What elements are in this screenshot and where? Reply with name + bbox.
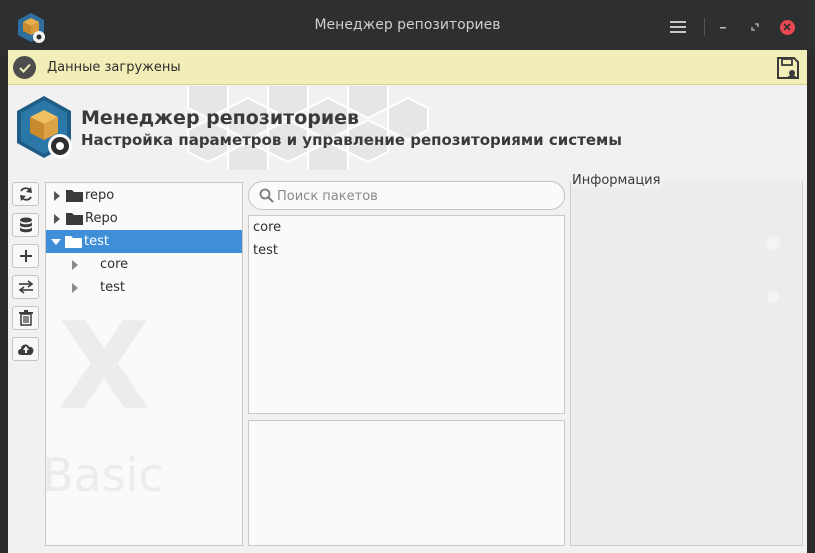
decorative-circle — [767, 291, 779, 303]
repository-tree[interactable]: X Basic repo Repo test core test — [45, 182, 243, 546]
chevron-right-icon[interactable] — [52, 190, 62, 201]
main-window: Данные загружены Менеджер репозиториев Н… — [8, 50, 807, 553]
trash-icon — [18, 310, 33, 326]
chevron-down-icon[interactable] — [51, 238, 61, 246]
delete-button[interactable] — [12, 306, 39, 330]
package-search[interactable] — [248, 181, 565, 210]
folder-icon — [66, 213, 83, 225]
tree-item-repo[interactable]: repo — [46, 184, 242, 207]
checkmark-icon — [13, 56, 36, 79]
tree-item-core[interactable]: core — [46, 253, 242, 276]
tree-item-test[interactable]: test — [46, 230, 242, 253]
hamburger-menu-icon[interactable] — [666, 15, 690, 39]
decorative-circle — [766, 236, 780, 250]
header-banner: Менеджер репозиториев Настройка параметр… — [8, 86, 807, 170]
titlebar-separator — [704, 18, 705, 36]
page-subtitle: Настройка параметров и управление репози… — [81, 131, 622, 149]
minimize-icon[interactable] — [711, 15, 735, 39]
swap-icon — [18, 280, 33, 294]
swap-button[interactable] — [12, 275, 39, 299]
title-bar: Менеджер репозиториев — [0, 0, 815, 55]
side-toolbar — [12, 182, 40, 368]
list-item[interactable]: test — [253, 240, 278, 262]
tree-item-label: Repo — [85, 211, 118, 226]
add-icon — [19, 250, 32, 262]
search-input[interactable] — [277, 187, 547, 205]
watermark-x: X — [58, 298, 151, 437]
list-item[interactable]: core — [253, 217, 281, 239]
chevron-right-icon[interactable] — [70, 282, 80, 293]
tree-item-label: core — [100, 257, 129, 272]
info-panel-label: Информация — [572, 173, 663, 188]
refresh-button[interactable] — [12, 182, 39, 206]
upload-button[interactable] — [12, 337, 39, 361]
save-icon[interactable] — [775, 55, 801, 81]
close-button[interactable] — [775, 15, 799, 39]
tree-item-test-child[interactable]: test — [46, 276, 242, 299]
tree-item-label: repo — [85, 188, 115, 203]
folder-icon — [66, 190, 83, 202]
tree-item-label: test — [100, 280, 125, 295]
search-icon — [259, 188, 274, 203]
notification-bar: Данные загружены — [8, 50, 807, 85]
close-icon — [779, 19, 795, 35]
chevron-right-icon[interactable] — [52, 213, 62, 224]
repository-manager-logo-icon — [17, 96, 72, 158]
package-list[interactable]: core test — [248, 215, 565, 414]
maximize-icon[interactable] — [743, 15, 767, 39]
tree-item-repo-capital[interactable]: Repo — [46, 207, 242, 230]
package-detail-panel[interactable] — [248, 420, 565, 546]
database-button[interactable] — [12, 213, 39, 237]
window-title: Менеджер репозиториев — [314, 17, 501, 33]
chevron-right-icon[interactable] — [70, 259, 80, 270]
database-icon — [19, 217, 32, 233]
add-button[interactable] — [12, 244, 39, 268]
page-title: Менеджер репозиториев — [81, 107, 360, 129]
folder-open-icon — [65, 236, 82, 248]
cloud-upload-icon — [17, 344, 33, 355]
refresh-icon — [19, 187, 32, 201]
info-panel — [570, 181, 803, 546]
tree-item-label: test — [84, 234, 109, 249]
notification-message: Данные загружены — [47, 60, 181, 75]
watermark-basic: Basic — [45, 448, 164, 502]
